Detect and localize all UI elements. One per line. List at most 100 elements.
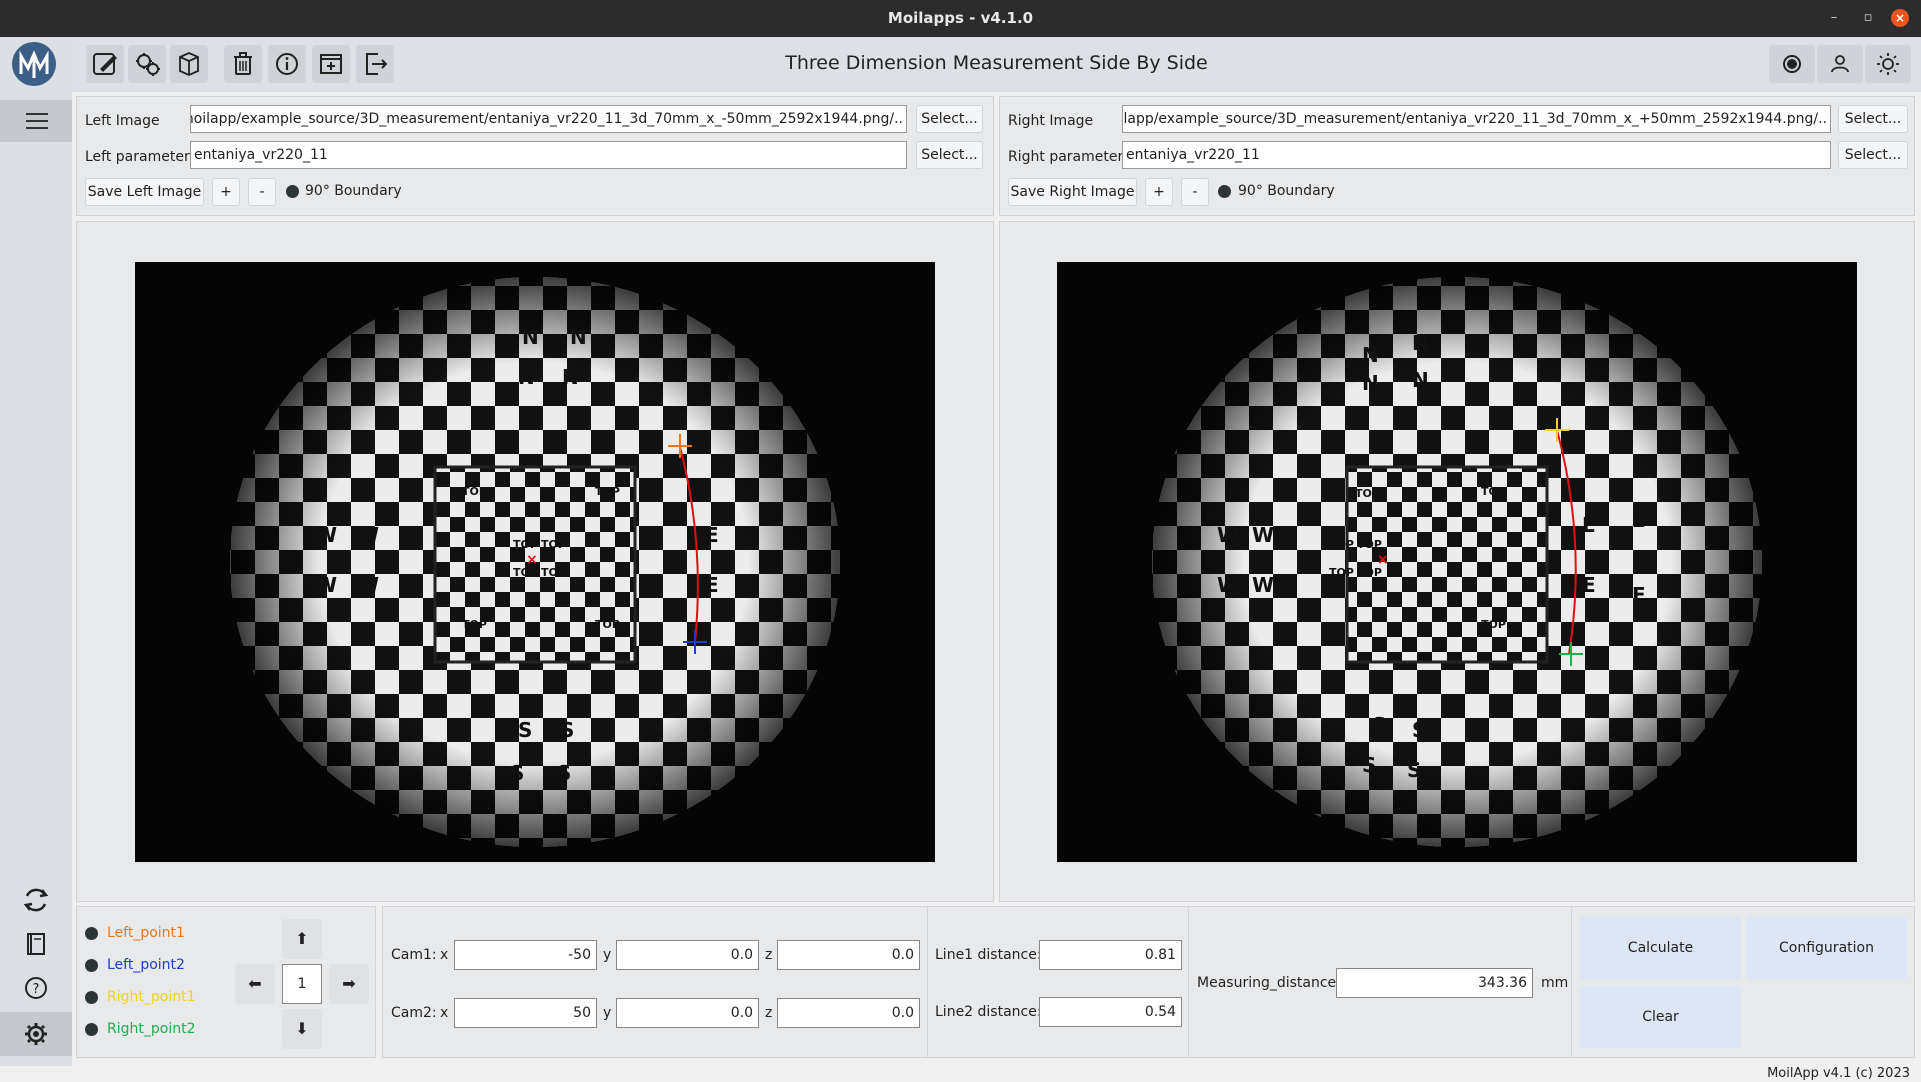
cam1-y-input[interactable]: 0.0 <box>616 940 759 970</box>
svg-text:S: S <box>557 761 571 785</box>
right-point1-radio[interactable] <box>85 991 98 1004</box>
north-marker: N <box>1362 343 1379 367</box>
configuration-button[interactable]: Configuration <box>1746 917 1907 979</box>
left-fisheye-image: N N N N S S S S W W W W E E E E TOP TOP … <box>135 262 935 862</box>
user-icon <box>1831 55 1849 73</box>
svg-text:N: N <box>1412 331 1429 355</box>
svg-text:S: S <box>1412 718 1426 742</box>
svg-text:TOP: TOP <box>513 538 538 551</box>
svg-text:W: W <box>1252 523 1274 547</box>
cam2-z-input[interactable]: 0.0 <box>777 998 920 1028</box>
app-logo <box>12 42 56 86</box>
window-titlebar: Moilapps - v4.1.0 – ▫ × <box>0 0 1921 37</box>
right-point2-radio[interactable] <box>85 1023 98 1036</box>
right-point1-label: Right_point1 <box>107 989 196 1005</box>
measuring-distance-field[interactable]: 343.36 <box>1336 968 1533 998</box>
right-zoom-out-button[interactable]: - <box>1181 178 1209 206</box>
right-parameter-select-button[interactable]: Select... <box>1838 141 1908 169</box>
right-boundary-label: 90° Boundary <box>1238 183 1335 199</box>
user-button[interactable] <box>1817 45 1863 83</box>
line1-distance-field[interactable]: 0.81 <box>1039 940 1182 970</box>
svg-text:S: S <box>1362 753 1376 777</box>
svg-text:TOP: TOP <box>1355 487 1380 500</box>
points-panel: Left_point1 Left_point2 Right_point1 Rig… <box>76 906 376 1058</box>
svg-text:W: W <box>315 573 337 597</box>
help-icon[interactable]: ? <box>18 970 54 1006</box>
settings-button[interactable] <box>0 1012 72 1056</box>
move-left-button[interactable]: ⬅ <box>235 964 275 1004</box>
left-input-panel: Left Image ../moilapp_public/moilapp/exa… <box>76 96 994 216</box>
cam1-x-input[interactable]: -50 <box>454 940 597 970</box>
book-icon[interactable] <box>18 926 54 962</box>
refresh-icon[interactable] <box>18 882 54 918</box>
svg-text:N: N <box>1412 368 1429 392</box>
left-parameter-field[interactable]: entaniya_vr220_11 <box>190 141 907 169</box>
south-marker: S <box>1372 713 1386 737</box>
svg-text:W: W <box>357 523 379 547</box>
svg-text:N: N <box>518 365 535 389</box>
svg-text:TOP: TOP <box>1329 566 1354 579</box>
west-marker: W <box>315 523 337 547</box>
cam2-y-input[interactable]: 0.0 <box>616 998 759 1028</box>
actions-panel: Calculate Configuration Clear <box>1571 906 1915 1058</box>
left-image-path-field[interactable]: ../moilapp_public/moilapp/example_source… <box>190 105 907 133</box>
svg-text:E: E <box>740 523 754 547</box>
right-image-view[interactable]: N N N N S S S S W W W W E E E E TOP TOP … <box>1057 262 1857 862</box>
clear-button[interactable]: Clear <box>1580 986 1741 1048</box>
east-marker: E <box>705 523 719 547</box>
east-marker: E <box>1582 513 1596 537</box>
sun-icon <box>1877 53 1899 75</box>
svg-text:E: E <box>1582 573 1596 597</box>
center-mark: × <box>526 552 538 568</box>
right-image-select-button[interactable]: Select... <box>1838 105 1908 133</box>
left-zoom-in-button[interactable]: + <box>212 178 240 206</box>
svg-text:E: E <box>705 573 719 597</box>
theme-toggle-button[interactable] <box>1865 45 1911 83</box>
line2-distance-field[interactable]: 0.54 <box>1039 997 1182 1027</box>
svg-text:TOP: TOP <box>462 618 487 631</box>
svg-text:S: S <box>510 761 524 785</box>
west-marker: W <box>1217 523 1239 547</box>
close-icon[interactable]: × <box>1891 9 1909 27</box>
save-right-image-button[interactable]: Save Right Image <box>1008 178 1137 206</box>
status-text: MoilApp v4.1 (c) 2023 <box>1767 1066 1910 1081</box>
svg-text:TOP: TOP <box>1481 485 1506 498</box>
right-image-path-field[interactable]: ../moilapp_public/moilapp/example_source… <box>1122 105 1831 133</box>
move-down-button[interactable]: ⬇ <box>282 1009 322 1049</box>
svg-text:W: W <box>1217 573 1239 597</box>
calculate-button[interactable]: Calculate <box>1580 917 1741 979</box>
right-boundary-radio[interactable] <box>1218 185 1231 198</box>
left-image-select-button[interactable]: Select... <box>916 105 983 133</box>
step-size-input[interactable]: 1 <box>282 964 322 1004</box>
cam1-z-input[interactable]: 0.0 <box>777 940 920 970</box>
right-image-label: Right Image <box>1008 113 1094 129</box>
right-parameter-field[interactable]: entaniya_vr220_11 <box>1122 141 1831 169</box>
svg-text:S: S <box>1407 758 1421 782</box>
left-zoom-out-button[interactable]: - <box>248 178 276 206</box>
svg-text:N: N <box>1362 371 1379 395</box>
restore-icon[interactable]: ▫ <box>1859 9 1877 27</box>
left-image-view[interactable]: N N N N S S S S W W W W E E E E TOP TOP … <box>135 262 935 862</box>
svg-text:E: E <box>740 573 754 597</box>
cam2-x-input[interactable]: 50 <box>454 998 597 1028</box>
move-up-button[interactable]: ⬆ <box>282 919 322 959</box>
left-boundary-radio[interactable] <box>286 185 299 198</box>
left-point2-radio[interactable] <box>85 959 98 972</box>
svg-text:E: E <box>1632 583 1646 607</box>
move-right-button[interactable]: ➡ <box>329 964 369 1004</box>
right-fisheye-image: N N N N S S S S W W W W E E E E TOP TOP … <box>1057 262 1857 862</box>
hamburger-menu-button[interactable] <box>0 100 72 142</box>
left-image-label: Left Image <box>85 113 160 129</box>
right-zoom-in-button[interactable]: + <box>1145 178 1173 206</box>
left-point1-radio[interactable] <box>85 927 98 940</box>
save-left-image-button[interactable]: Save Left Image <box>85 178 204 206</box>
left-parameter-select-button[interactable]: Select... <box>916 141 983 169</box>
svg-text:W: W <box>1252 573 1274 597</box>
record-button[interactable] <box>1769 45 1815 83</box>
minimize-icon[interactable]: – <box>1825 9 1843 27</box>
right-point2-label: Right_point2 <box>107 1021 196 1037</box>
line-distance-panel: Line1 distance: 0.81 Line2 distance: 0.5… <box>927 906 1189 1058</box>
measurement-panel: Measuring_distance: 343.36 mm <box>1188 906 1572 1058</box>
svg-text:?: ? <box>33 982 40 997</box>
left-point2-label: Left_point2 <box>107 957 185 973</box>
